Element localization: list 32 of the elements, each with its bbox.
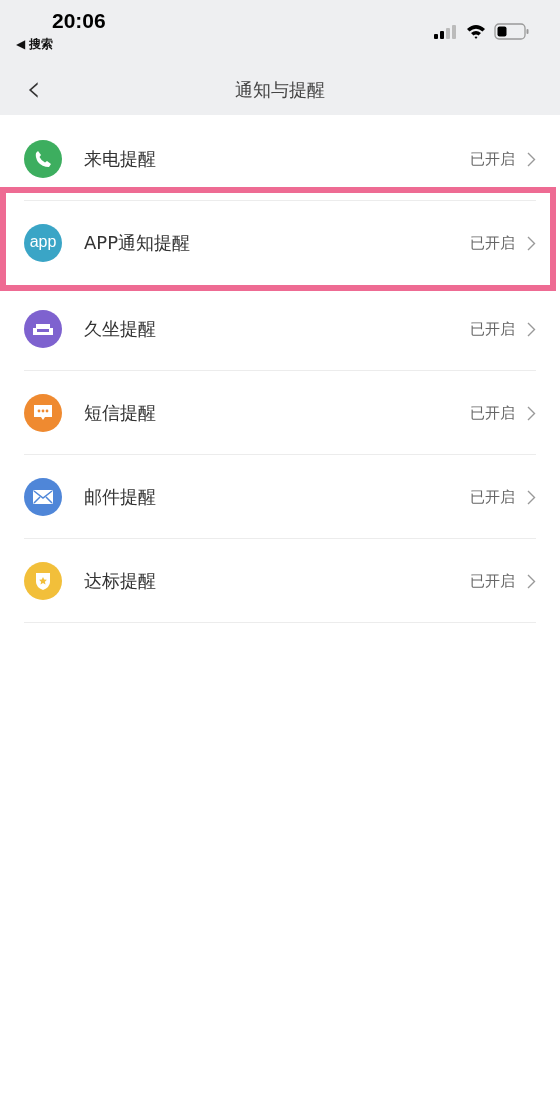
row-status: 已开启 [470, 233, 515, 253]
row-label: 来电提醒 [84, 147, 157, 171]
battery-icon [494, 23, 530, 40]
row-status: 已开启 [470, 149, 515, 169]
chevron-right-icon [527, 489, 536, 505]
chevron-right-icon [527, 151, 536, 167]
chevron-right-icon [527, 573, 536, 589]
settings-row[interactable]: 来电提醒 已开启 [0, 117, 560, 201]
back-button[interactable]: ‹ [20, 69, 48, 107]
wifi-icon [466, 24, 486, 39]
settings-row[interactable]: 短信提醒 已开启 [0, 371, 560, 455]
row-label: 久坐提醒 [84, 317, 157, 341]
app-icon: app [24, 224, 62, 262]
settings-row[interactable]: app APP通知提醒 已开启 [6, 201, 550, 285]
page-title: 通知与提醒 [235, 78, 325, 102]
chevron-right-icon [527, 235, 536, 251]
signal-icon [434, 24, 458, 39]
chevron-right-icon [527, 321, 536, 337]
settings-row[interactable]: 邮件提醒 已开启 [0, 455, 560, 539]
status-time: 20:06 [52, 9, 106, 33]
row-label: 达标提醒 [84, 569, 157, 593]
settings-row[interactable]: 达标提醒 已开启 [0, 539, 560, 623]
row-status: 已开启 [470, 319, 515, 339]
row-status: 已开启 [470, 571, 515, 591]
row-label: 邮件提醒 [84, 485, 157, 509]
chevron-right-icon [527, 405, 536, 421]
row-status: 已开启 [470, 487, 515, 507]
settings-row[interactable]: 久坐提醒 已开启 [0, 287, 560, 371]
row-label: 短信提醒 [84, 401, 157, 425]
row-status: 已开启 [470, 403, 515, 423]
back-to-search-link[interactable]: ◀ 搜索 [16, 36, 54, 53]
row-label: APP通知提醒 [84, 231, 192, 255]
